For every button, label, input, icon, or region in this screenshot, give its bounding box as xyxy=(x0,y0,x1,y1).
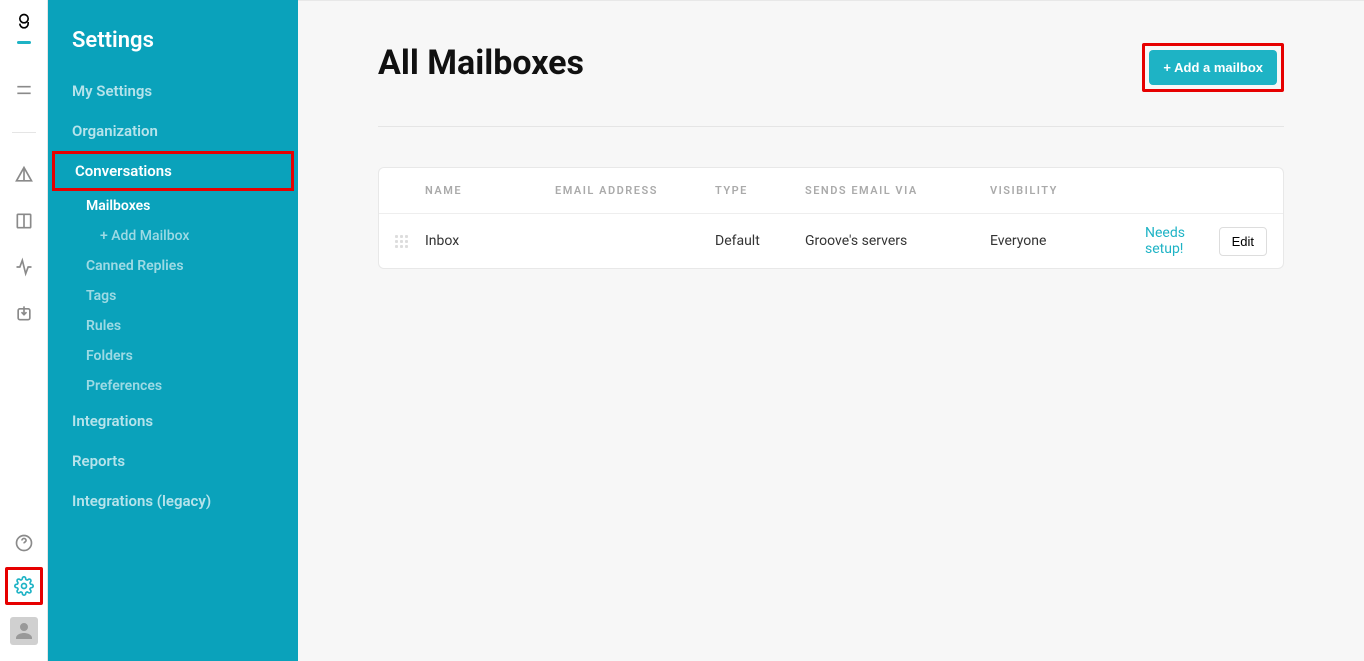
icon-rail xyxy=(0,0,48,661)
add-mailbox-highlight: + Add a mailbox xyxy=(1142,43,1284,92)
needs-setup-link[interactable]: Needs setup! xyxy=(1145,225,1205,257)
sidebar-item-reports[interactable]: Reports xyxy=(48,441,298,481)
td-type: Default xyxy=(715,233,805,249)
activity-icon[interactable] xyxy=(12,255,36,279)
gear-icon[interactable] xyxy=(12,574,36,598)
th-sends: SENDS EMAIL VIA xyxy=(805,184,990,197)
settings-sidebar: Settings My Settings Organization Conver… xyxy=(48,0,298,661)
sidebar-item-integrations[interactable]: Integrations xyxy=(48,401,298,441)
page-title: All Mailboxes xyxy=(378,43,584,83)
th-visibility: VISIBILITY xyxy=(990,184,1145,197)
mailbox-table: NAME EMAIL ADDRESS TYPE SENDS EMAIL VIA … xyxy=(378,167,1284,269)
th-email: EMAIL ADDRESS xyxy=(555,184,715,197)
main-header: All Mailboxes + Add a mailbox xyxy=(378,43,1284,127)
th-name: NAME xyxy=(425,184,555,197)
add-mailbox-button[interactable]: + Add a mailbox xyxy=(1149,50,1277,85)
sidebar-subitem-rules[interactable]: Rules xyxy=(62,311,298,341)
sidebar-item-organization[interactable]: Organization xyxy=(48,111,298,151)
sidebar-item-my-settings[interactable]: My Settings xyxy=(48,71,298,111)
avatar[interactable] xyxy=(10,617,38,645)
sidebar-submenu-conversations: Mailboxes + Add Mailbox Canned Replies T… xyxy=(48,191,298,401)
table-row[interactable]: Inbox Default Groove's servers Everyone … xyxy=(379,214,1283,268)
sidebar-item-integrations-legacy[interactable]: Integrations (legacy) xyxy=(48,481,298,521)
menu-icon[interactable] xyxy=(12,78,36,102)
inbox-icon[interactable] xyxy=(12,301,36,325)
table-header: NAME EMAIL ADDRESS TYPE SENDS EMAIL VIA … xyxy=(379,168,1283,214)
td-visibility: Everyone xyxy=(990,233,1145,249)
sidebar-title: Settings xyxy=(48,28,298,71)
edit-button[interactable]: Edit xyxy=(1219,227,1267,256)
td-sends: Groove's servers xyxy=(805,233,990,249)
th-type: TYPE xyxy=(715,184,805,197)
sidebar-subitem-folders[interactable]: Folders xyxy=(62,341,298,371)
drag-handle-icon[interactable] xyxy=(395,235,425,248)
sidebar-item-conversations[interactable]: Conversations xyxy=(52,151,294,191)
settings-highlight xyxy=(5,567,43,605)
compass-icon[interactable] xyxy=(12,163,36,187)
help-icon[interactable] xyxy=(12,531,36,555)
sidebar-subitem-canned-replies[interactable]: Canned Replies xyxy=(62,251,298,281)
sidebar-subitem-mailboxes[interactable]: Mailboxes xyxy=(62,191,298,221)
logo-icon[interactable] xyxy=(14,12,34,56)
sidebar-subitem-add-mailbox[interactable]: + Add Mailbox xyxy=(62,221,298,251)
sidebar-subitem-preferences[interactable]: Preferences xyxy=(62,371,298,401)
sidebar-subitem-tags[interactable]: Tags xyxy=(62,281,298,311)
main-content: All Mailboxes + Add a mailbox NAME EMAIL… xyxy=(298,0,1364,661)
td-name: Inbox xyxy=(425,233,555,249)
book-icon[interactable] xyxy=(12,209,36,233)
